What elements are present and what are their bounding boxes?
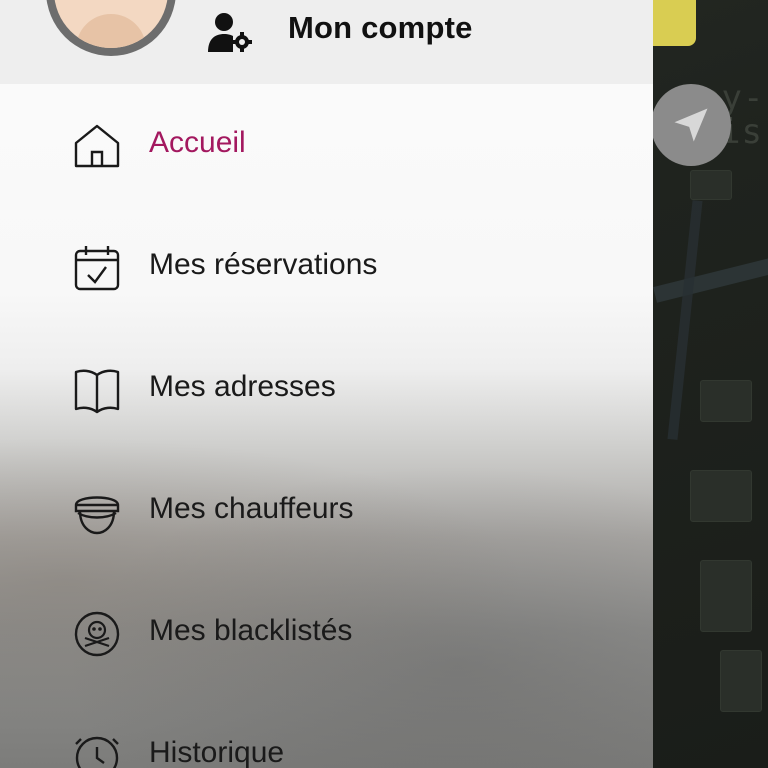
avatar[interactable] — [46, 0, 176, 56]
clock-icon — [75, 736, 119, 768]
home-icon — [74, 124, 120, 168]
menu-item-reservations[interactable]: Mes réservations — [0, 228, 653, 308]
navigation-arrow-icon — [674, 108, 708, 142]
menu-item-blacklistes[interactable]: Mes blacklistés — [0, 594, 653, 674]
menu-item-label: Historique — [149, 736, 285, 768]
user-settings-icon[interactable] — [206, 12, 254, 52]
menu-item-label: Mes adresses — [149, 370, 336, 403]
menu-item-historique[interactable]: Historique — [0, 716, 653, 768]
locate-me-button[interactable] — [651, 84, 731, 166]
menu-item-label: Mes blacklistés — [149, 614, 353, 647]
chauffeur-cap-icon — [74, 496, 120, 535]
menu-item-label: Mes chauffeurs — [149, 492, 354, 525]
menu-item-label: Accueil — [149, 126, 246, 159]
account-title[interactable]: Mon compte — [288, 10, 473, 46]
skull-crossbones-icon — [74, 611, 120, 657]
menu-item-label: Mes réservations — [149, 248, 378, 281]
calendar-check-icon — [74, 246, 120, 291]
drawer-header: Mon compte — [0, 0, 653, 84]
side-drawer: Mon compte Accueil Mes réservations Mes … — [0, 0, 653, 768]
book-icon — [74, 369, 120, 414]
menu-item-chauffeurs[interactable]: Mes chauffeurs — [0, 472, 653, 552]
menu-item-accueil[interactable]: Accueil — [0, 106, 653, 186]
menu-item-adresses[interactable]: Mes adresses — [0, 350, 653, 430]
